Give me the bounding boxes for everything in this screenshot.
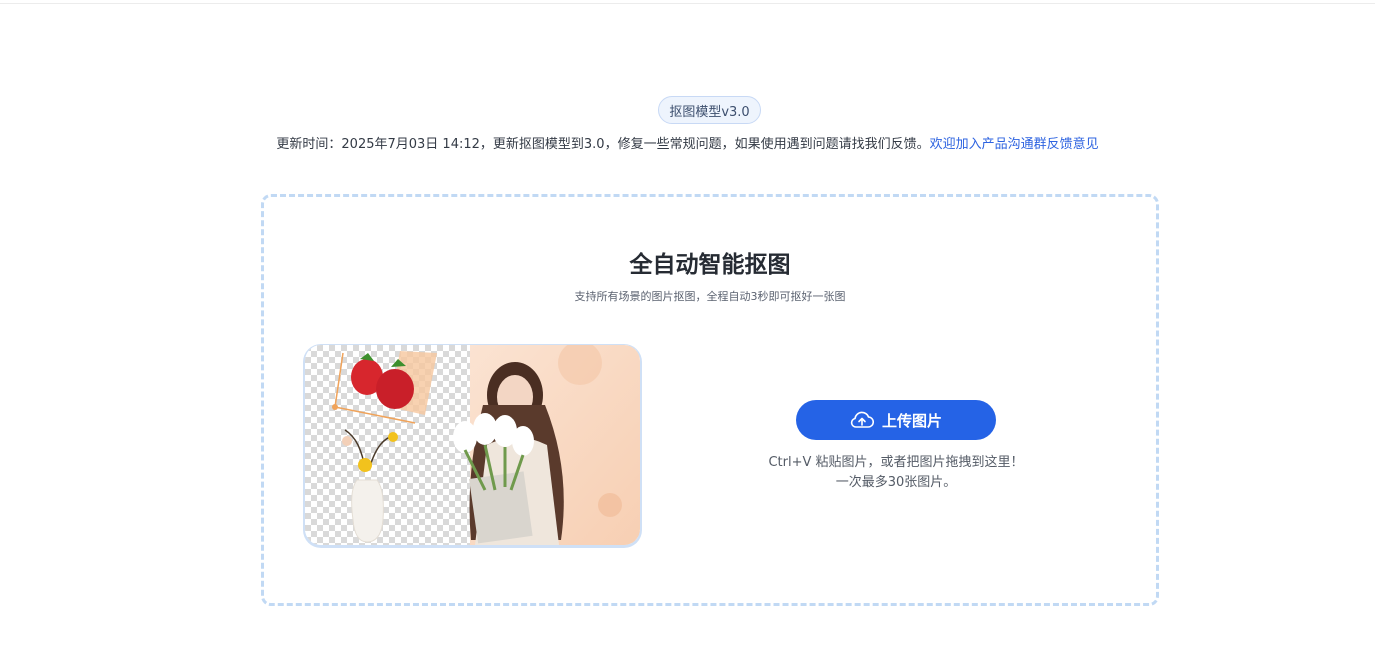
demo-preview-image	[305, 345, 640, 545]
model-version-badge: 抠图模型v3.0	[658, 96, 761, 124]
upload-dropzone[interactable]: 全自动智能抠图 支持所有场景的图片抠图，全程自动3秒即可抠好一张图 上传图片 C…	[261, 194, 1159, 606]
update-note-text: 更新时间：2025年7月03日 14:12，更新抠图模型到3.0，修复一些常规问…	[276, 137, 930, 152]
upload-image-button[interactable]: 上传图片	[796, 400, 996, 440]
panel-subtitle: 支持所有场景的图片抠图，全程自动3秒即可抠好一张图	[574, 290, 846, 303]
paste-drag-hint: Ctrl+V 粘贴图片，或者把图片拖拽到这里！	[768, 455, 1024, 470]
top-divider	[0, 0, 1375, 4]
upload-button-label: 上传图片	[881, 411, 942, 430]
panel-title: 全自动智能抠图	[629, 252, 791, 278]
max-files-hint: 一次最多30张图片。	[835, 475, 957, 490]
update-notice: 更新时间：2025年7月03日 14:12，更新抠图模型到3.0，修复一些常规问…	[0, 133, 1375, 153]
feedback-group-link[interactable]: 欢迎加入产品沟通群反馈意见	[930, 137, 1099, 152]
cloud-upload-icon	[850, 411, 874, 428]
